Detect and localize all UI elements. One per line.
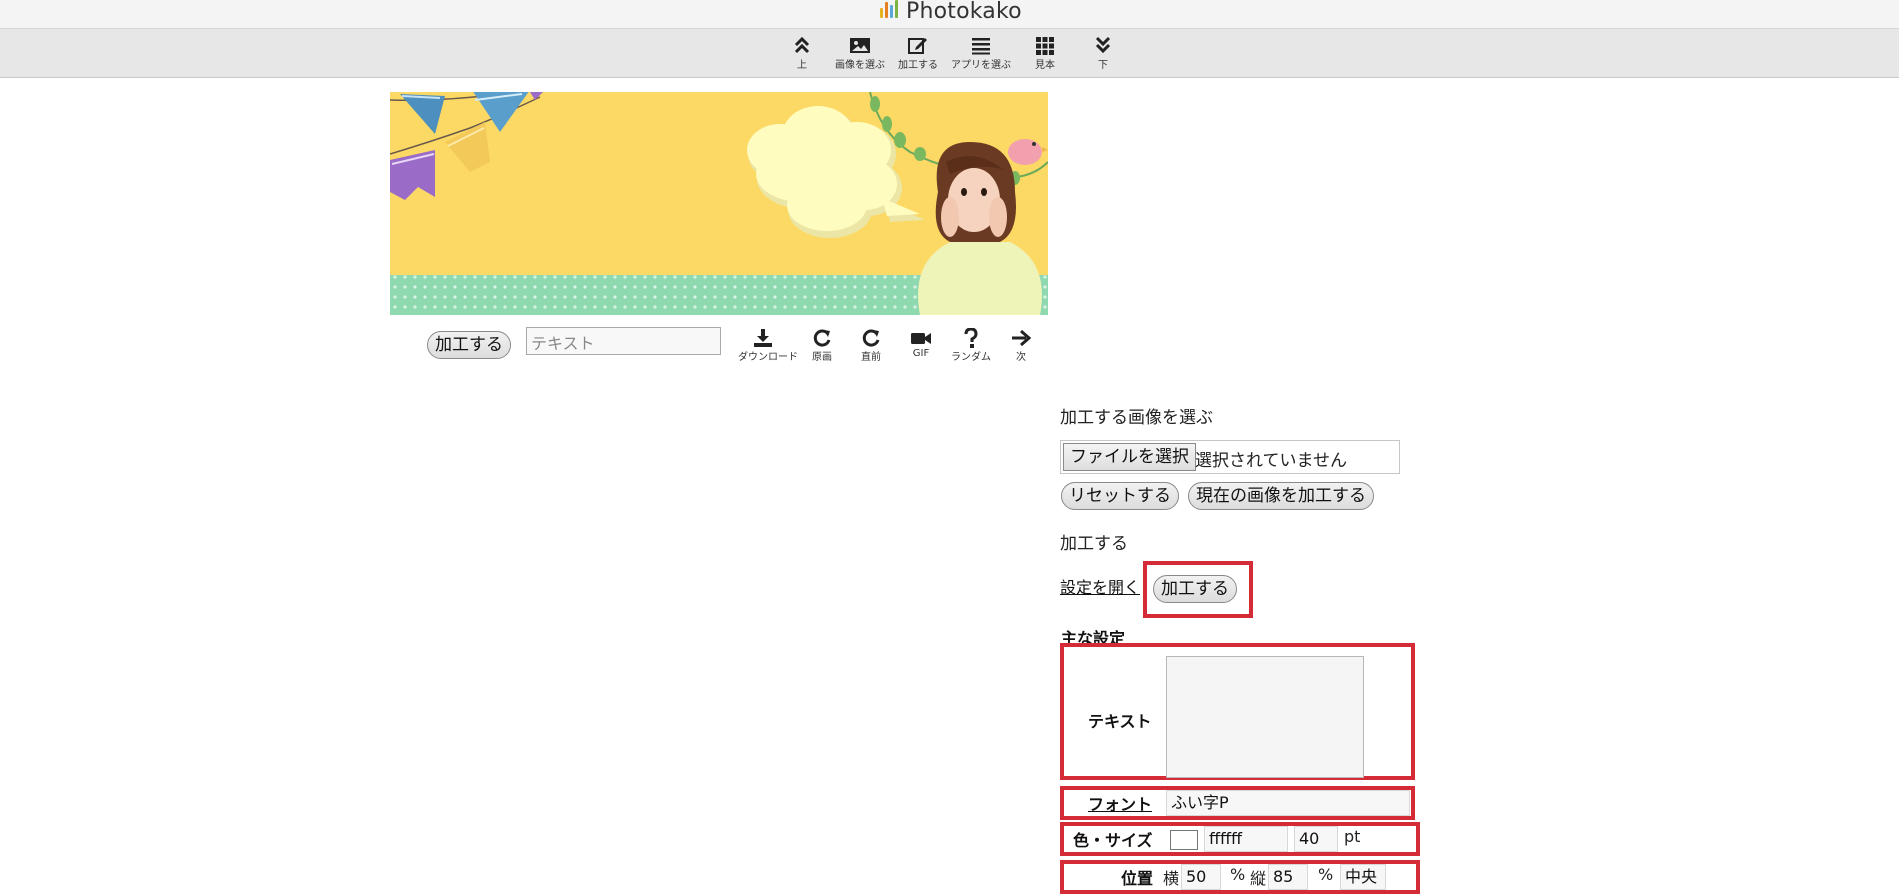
list-icon xyxy=(972,38,990,55)
toolbar-choose-image-label: 画像を選ぶ xyxy=(835,60,885,71)
previous-state-button[interactable]: 直前 xyxy=(846,328,896,363)
arrow-right-icon xyxy=(1012,329,1031,347)
next-label: 次 xyxy=(1016,352,1026,363)
edit-icon xyxy=(908,38,927,54)
download-button[interactable]: ダウンロード xyxy=(738,328,798,363)
file-chooser[interactable]: ファイルを選択 選択されていません xyxy=(1060,440,1400,474)
font-select[interactable]: ふい字P xyxy=(1166,790,1410,816)
double-chevron-up-icon xyxy=(794,36,810,54)
size-input[interactable]: 40 xyxy=(1294,826,1338,852)
process-image-button[interactable]: 加工する xyxy=(427,331,511,359)
app-name: Photokako xyxy=(906,0,1022,24)
process-current-image-button[interactable]: 現在の画像を加工する xyxy=(1188,482,1374,510)
process-heading: 加工する xyxy=(1060,534,1128,554)
align-select[interactable]: 中央 xyxy=(1340,864,1386,890)
toolbar-up-label: 上 xyxy=(797,60,807,71)
download-label: ダウンロード xyxy=(738,352,798,363)
settings-process-button[interactable]: 加工する xyxy=(1153,575,1237,603)
horizontal-percent-unit: % xyxy=(1230,865,1246,884)
toolbar-choose-app-button[interactable]: アプリを選ぶ xyxy=(949,35,1013,71)
download-icon xyxy=(754,329,772,347)
preview-image xyxy=(390,92,1048,315)
app-logo[interactable]: Photokako xyxy=(880,0,1022,26)
gif-label: GIF xyxy=(912,348,930,359)
logo-bars-icon xyxy=(880,0,898,18)
toolbar-edit-button[interactable]: 加工する xyxy=(886,35,950,71)
size-unit: pt xyxy=(1344,827,1361,846)
font-setting-label[interactable]: フォント xyxy=(1088,791,1152,815)
banner-illustration xyxy=(390,92,1048,315)
horizontal-label: 横 xyxy=(1163,869,1180,888)
toolbar-up-button[interactable]: 上 xyxy=(770,35,834,71)
random-label: ランダム xyxy=(951,352,991,363)
original-label: 原画 xyxy=(812,352,832,363)
toolbar-down-button[interactable]: 下 xyxy=(1071,35,1135,71)
video-camera-icon xyxy=(911,333,931,344)
color-swatch[interactable] xyxy=(1170,830,1198,850)
vertical-label: 縦 xyxy=(1250,869,1267,888)
open-settings-link[interactable]: 設定を開く xyxy=(1060,574,1140,598)
toolbar-samples-label: 見本 xyxy=(1035,60,1055,71)
main-toolbar: 上 画像を選ぶ 加工する アプリを選ぶ 見本 下 xyxy=(0,29,1899,78)
top-header: Photokako xyxy=(0,0,1899,29)
choose-file-button[interactable]: ファイルを選択 xyxy=(1063,443,1196,471)
vertical-percent-unit: % xyxy=(1318,865,1334,884)
text-setting-label: テキスト xyxy=(1088,712,1152,731)
refresh-icon xyxy=(813,329,831,347)
toolbar-down-label: 下 xyxy=(1098,60,1108,71)
quick-text-input[interactable]: テキスト xyxy=(526,327,721,355)
question-icon xyxy=(964,328,978,348)
gif-button[interactable]: GIF xyxy=(896,328,946,359)
previous-state-label: 直前 xyxy=(861,352,881,363)
toolbar-edit-label: 加工する xyxy=(898,60,938,71)
original-button[interactable]: 原画 xyxy=(797,328,847,363)
vertical-input[interactable]: 85 xyxy=(1268,864,1308,890)
position-label: 位置 xyxy=(1121,869,1154,888)
double-chevron-down-icon xyxy=(1095,36,1111,54)
file-status-text: 選択されていません xyxy=(1195,451,1347,471)
grid-icon xyxy=(1036,37,1054,55)
toolbar-choose-image-button[interactable]: 画像を選ぶ xyxy=(828,35,892,71)
horizontal-input[interactable]: 50 xyxy=(1181,864,1221,890)
random-button[interactable]: ランダム xyxy=(946,328,996,363)
reset-button[interactable]: リセットする xyxy=(1061,482,1179,510)
color-hex-input[interactable]: ffffff xyxy=(1204,826,1288,852)
text-setting-textarea[interactable] xyxy=(1166,656,1364,778)
image-icon xyxy=(850,38,870,53)
toolbar-samples-button[interactable]: 見本 xyxy=(1013,35,1077,71)
next-button[interactable]: 次 xyxy=(996,328,1046,363)
choose-image-heading: 加工する画像を選ぶ xyxy=(1060,408,1213,428)
color-size-label: 色・サイズ xyxy=(1073,831,1153,850)
refresh-icon xyxy=(862,329,880,347)
toolbar-choose-app-label: アプリを選ぶ xyxy=(951,60,1011,71)
